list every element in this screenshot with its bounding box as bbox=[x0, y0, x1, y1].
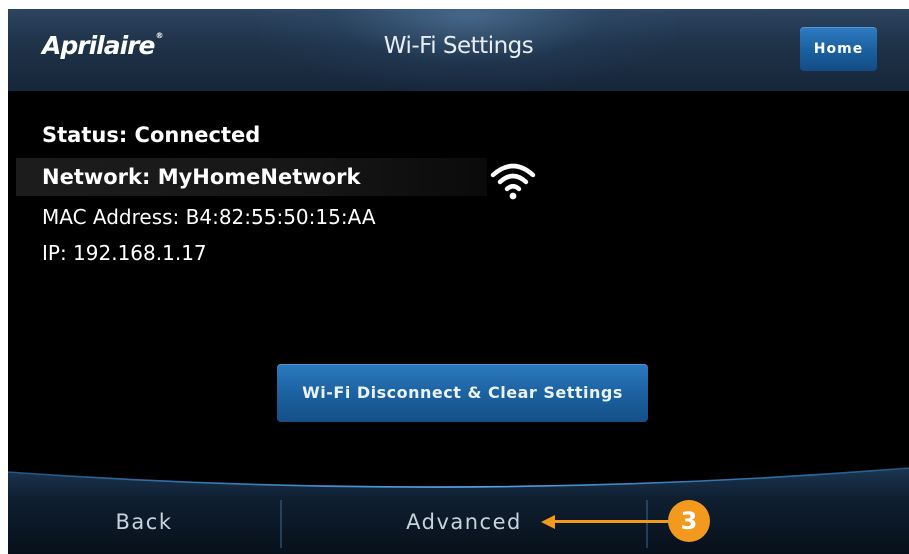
wifi-disconnect-clear-button[interactable]: Wi-Fi Disconnect & Clear Settings bbox=[277, 364, 648, 422]
home-button[interactable]: Home bbox=[800, 27, 877, 71]
annotation-arrow-line bbox=[553, 520, 679, 523]
footer-nav: Back Advanced bbox=[8, 464, 909, 554]
header-bar: Aprilaire® Wi-Fi Settings Home bbox=[8, 9, 909, 91]
wifi-dot bbox=[509, 192, 517, 200]
mac-address-text: MAC Address: B4:82:55:50:15:AA bbox=[42, 205, 376, 229]
status-text: Status: Connected bbox=[42, 123, 261, 147]
wifi-arc-middle bbox=[497, 173, 529, 185]
thermostat-screen: Aprilaire® Wi-Fi Settings Home Status: C… bbox=[8, 9, 909, 554]
network-text: Network: MyHomeNetwork bbox=[42, 165, 361, 189]
page-title: Wi-Fi Settings bbox=[383, 33, 534, 59]
network-row[interactable]: Network: MyHomeNetwork bbox=[16, 158, 487, 196]
annotation-step-badge: 3 bbox=[668, 500, 710, 542]
wifi-arc-inner bbox=[504, 184, 522, 192]
back-button[interactable]: Back bbox=[8, 492, 280, 552]
wifi-signal-icon bbox=[490, 163, 536, 200]
ip-address-text: IP: 192.168.1.17 bbox=[42, 241, 207, 265]
